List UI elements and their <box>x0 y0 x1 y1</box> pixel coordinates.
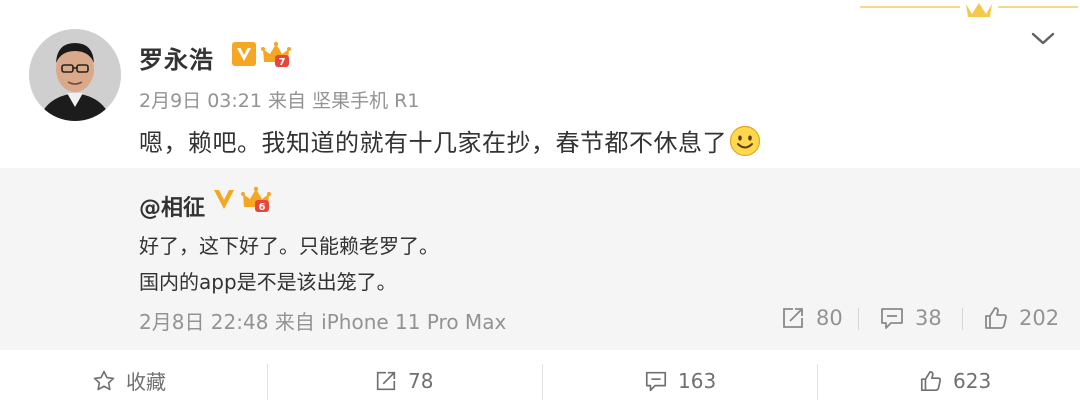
repost-share-count: 80 <box>816 306 843 330</box>
favorite-button[interactable]: 收藏 <box>92 350 166 411</box>
post-date[interactable]: 2月9日 03:21 <box>139 90 262 112</box>
divider <box>962 308 963 330</box>
divider <box>817 364 818 400</box>
post-source-prefix: 来自 <box>268 90 307 112</box>
comment-icon <box>881 308 903 329</box>
repost-button[interactable]: 78 <box>374 350 433 411</box>
vip-level-label: 7 <box>279 57 286 68</box>
repost-text-line: 国内的app是不是该出笼了。 <box>139 270 397 294</box>
post-text: 嗯，赖吧。我知道的就有十几家在抄，春节都不休息了 <box>139 123 761 158</box>
repost-comment-button[interactable]: 38 <box>879 304 942 332</box>
comment-button[interactable]: 163 <box>644 350 716 411</box>
comment-icon <box>645 371 667 391</box>
repost-source[interactable]: iPhone 11 Pro Max <box>321 310 506 334</box>
vip-crown-icon[interactable]: 7 <box>261 40 291 68</box>
star-icon <box>93 370 115 390</box>
repost-count: 78 <box>408 368 434 393</box>
repost-like-count: 202 <box>1019 306 1060 330</box>
post-action-bar: 收藏 78 163 623 <box>0 350 1080 411</box>
favorite-label: 收藏 <box>126 370 166 394</box>
divider <box>542 364 543 400</box>
share-arrow-icon <box>376 371 396 390</box>
divider <box>267 364 268 400</box>
weibo-post: 罗永浩 7 2月9日 03:21 来自 坚果手机 R1 嗯，赖吧。我知道的就有十… <box>0 0 1080 168</box>
reposted-content: @相征 6 好了，这下好了。只能赖老罗了。 国内的app是不是该出笼了。 2月8… <box>0 168 1080 350</box>
post-text-body: 嗯，赖吧。我知道的就有十几家在抄，春节都不休息了 <box>139 129 727 157</box>
thumbs-up-icon <box>985 307 1007 329</box>
share-arrow-icon <box>783 308 803 328</box>
avatar[interactable] <box>29 29 121 121</box>
verified-v-icon <box>232 42 256 66</box>
repost-like-button[interactable]: 202 <box>983 304 1059 332</box>
chevron-down-icon[interactable] <box>1030 27 1056 49</box>
vip-crown-icon[interactable]: 6 <box>241 185 271 213</box>
smiley-icon <box>729 125 761 157</box>
repost-share-button[interactable]: 80 <box>780 304 843 332</box>
repost-source-prefix: 来自 <box>274 310 315 334</box>
post-source[interactable]: 坚果手机 R1 <box>312 90 419 112</box>
post-meta: 2月9日 03:21 来自 坚果手机 R1 <box>139 86 419 113</box>
repost-username[interactable]: @相征 <box>139 190 205 222</box>
repost-comment-count: 38 <box>915 306 942 330</box>
post-username[interactable]: 罗永浩 <box>139 40 214 75</box>
like-button[interactable]: 623 <box>919 350 991 411</box>
repost-text-line: 好了，这下好了。只能赖老罗了。 <box>139 234 439 258</box>
like-count: 623 <box>953 368 992 393</box>
verified-v-icon <box>214 190 234 209</box>
thumbs-up-icon <box>920 370 942 391</box>
comment-count: 163 <box>678 368 717 393</box>
divider <box>858 308 859 330</box>
vip-level-label: 6 <box>259 202 266 213</box>
repost-date[interactable]: 2月8日 22:48 <box>139 310 268 334</box>
repost-meta: 2月8日 22:48 来自 iPhone 11 Pro Max <box>139 306 506 335</box>
